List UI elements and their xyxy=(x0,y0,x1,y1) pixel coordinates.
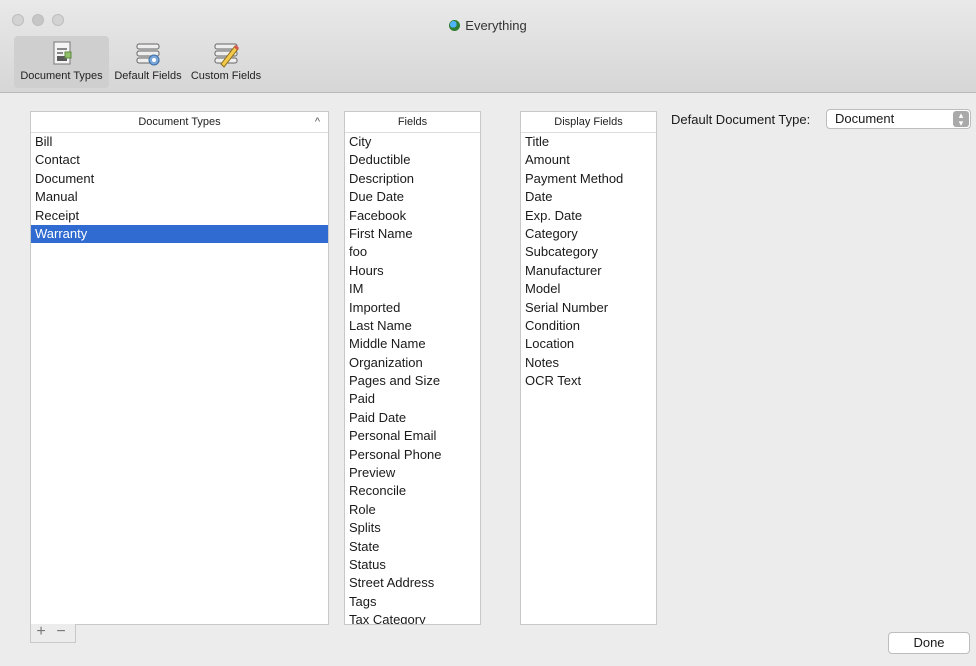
fields-row[interactable]: Status xyxy=(345,556,480,574)
fields-row[interactable]: Pages and Size xyxy=(345,372,480,390)
fields-row[interactable]: Last Name xyxy=(345,317,480,335)
doc-types-row[interactable]: Warranty xyxy=(31,224,328,244)
document-types-list[interactable]: Document Types ^ Bill Contact Document Manu… xyxy=(30,111,329,625)
default-document-type-value: Document xyxy=(835,111,895,126)
default-document-type-select[interactable]: Document ▴ ▾ xyxy=(826,109,971,129)
fields-row[interactable]: Hours xyxy=(345,262,480,280)
display-fields-row[interactable]: Amount xyxy=(521,151,656,169)
app-icon xyxy=(449,20,461,31)
toolbar-document-types[interactable]: Document Types xyxy=(14,36,109,88)
fields-row[interactable]: IM xyxy=(345,280,480,298)
fields-row[interactable]: Role xyxy=(345,501,480,519)
fields-row[interactable]: City xyxy=(345,133,480,151)
display-fields-row[interactable]: Notes xyxy=(521,354,656,372)
document-types-icon xyxy=(53,41,71,65)
display-fields-row[interactable]: Subcategory xyxy=(521,243,656,261)
fields-row[interactable]: Tax Category xyxy=(345,611,480,624)
display-fields-rows: Title Amount Payment Method Date Exp. Date Ca… xyxy=(521,133,656,390)
display-fields-row[interactable]: Condition xyxy=(521,317,656,335)
stepper-icon: ▴ ▾ xyxy=(953,111,969,128)
document-types-rows: Bill Contact Document Manual Receipt Warranty xyxy=(31,133,328,244)
fields-row[interactable]: foo xyxy=(345,243,480,261)
fields-row[interactable]: Reconcile xyxy=(345,482,480,500)
fields-row[interactable]: Organization xyxy=(345,354,480,372)
fields-row[interactable]: Paid xyxy=(345,390,480,408)
doc-types-row[interactable]: Receipt xyxy=(31,207,328,225)
add-remove-buttons: + − xyxy=(30,624,76,643)
fields-row[interactable]: State xyxy=(345,538,480,556)
fields-row[interactable]: Tags xyxy=(345,593,480,611)
doc-types-row[interactable]: Bill xyxy=(31,133,328,151)
default-fields-icon xyxy=(136,43,160,66)
toolbar-default-fields[interactable]: Default Fields xyxy=(110,36,186,88)
fields-row[interactable]: Paid Date xyxy=(345,409,480,427)
fields-row[interactable]: Personal Email xyxy=(345,427,480,445)
fields-row[interactable]: Due Date xyxy=(345,188,480,206)
fields-row[interactable]: Facebook xyxy=(345,207,480,225)
window-title: Everything xyxy=(0,18,976,33)
display-fields-row[interactable]: Serial Number xyxy=(521,299,656,317)
display-fields-row[interactable]: Title xyxy=(521,133,656,151)
preferences-window: Everything Document Types Default Fields xyxy=(0,0,976,666)
doc-types-row[interactable]: Manual xyxy=(31,188,328,206)
display-fields-row[interactable]: Payment Method xyxy=(521,170,656,188)
display-fields-row[interactable]: Category xyxy=(521,225,656,243)
doc-types-row[interactable]: Contact xyxy=(31,151,328,169)
document-types-header[interactable]: Document Types ^ xyxy=(31,112,328,133)
fields-row[interactable]: Street Address xyxy=(345,574,480,592)
fields-row[interactable]: Personal Phone xyxy=(345,446,480,464)
fields-row[interactable]: Deductible xyxy=(345,151,480,169)
display-fields-row[interactable]: Exp. Date xyxy=(521,207,656,225)
display-fields-row[interactable]: Manufacturer xyxy=(521,262,656,280)
display-fields-row[interactable]: Date xyxy=(521,188,656,206)
doc-types-row[interactable]: Document xyxy=(31,170,328,188)
custom-fields-icon xyxy=(214,43,240,68)
title-bar: Everything Document Types Default Fields xyxy=(0,0,976,93)
display-fields-row[interactable]: Model xyxy=(521,280,656,298)
display-fields-header: Display Fields xyxy=(521,112,656,133)
fields-rows: City Deductible Description Due Date Faceboo… xyxy=(345,133,480,624)
fields-row[interactable]: Middle Name xyxy=(345,335,480,353)
fields-row[interactable]: First Name xyxy=(345,225,480,243)
fields-row[interactable]: Preview xyxy=(345,464,480,482)
add-document-type-button[interactable]: + xyxy=(31,624,51,640)
default-document-type-label: Default Document Type: xyxy=(671,112,811,127)
sort-ascending-icon: ^ xyxy=(314,116,320,128)
fields-header: Fields xyxy=(345,112,480,133)
fields-row[interactable]: Description xyxy=(345,170,480,188)
remove-document-type-button[interactable]: − xyxy=(51,624,71,640)
display-fields-row[interactable]: Location xyxy=(521,335,656,353)
display-fields-list[interactable]: Display Fields Title Amount Payment Method… xyxy=(520,111,657,625)
display-fields-row[interactable]: OCR Text xyxy=(521,372,656,390)
done-button[interactable]: Done xyxy=(888,632,970,654)
fields-list[interactable]: Fields City Deductible Description Due Date… xyxy=(344,111,481,625)
toolbar-custom-fields[interactable]: Custom Fields xyxy=(188,36,264,88)
fields-row[interactable]: Imported xyxy=(345,299,480,317)
fields-row[interactable]: Splits xyxy=(345,519,480,537)
